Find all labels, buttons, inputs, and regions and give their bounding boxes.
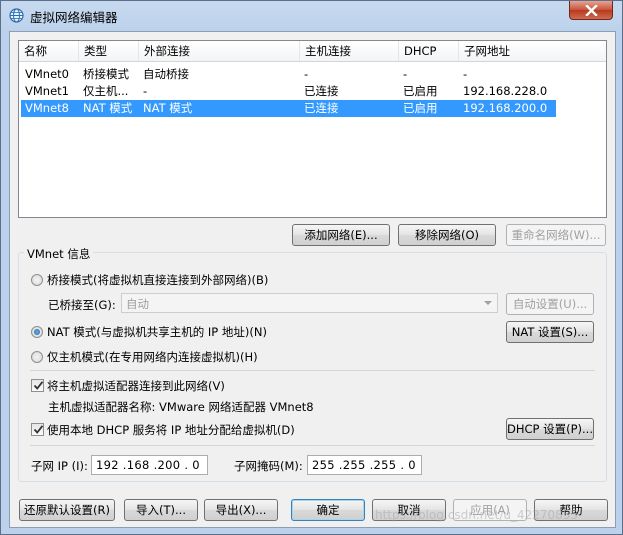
cell-dhcp: 已启用 [403,84,438,98]
bridged-to-value: 自动 [126,297,149,311]
cell-name: VMnet1 [25,84,69,98]
chevron-down-icon [484,301,492,305]
network-list[interactable]: 名称 类型 外部连接 主机连接 DHCP 子网地址 VMnet0 桥接模式 自动… [18,40,607,218]
watermark-text: https://blog.csdn.net/u_42270855 [375,508,579,522]
cell-type: 桥接模式 [83,67,129,81]
auto-settings-button[interactable]: 自动设置(U)... [506,293,594,315]
dhcp-checkbox[interactable] [31,423,44,436]
subnet-ip-label: 子网 IP (I): [31,459,88,473]
cell-subnet: 192.168.200.0 [463,101,548,115]
cell-host: - [304,67,309,81]
cell-external: NAT 模式 [143,101,193,115]
cell-name: VMnet8 [25,101,69,115]
divider [30,445,595,446]
restore-defaults-button[interactable]: 还原默认设置(R) [19,499,115,521]
window-title: 虚拟网络编辑器 [30,10,118,25]
subnet-ip-field[interactable]: 192 .168 .200 . 0 [91,455,208,475]
virtual-network-editor-window: 虚拟网络编辑器 名称 类型 外部连接 主机连接 DHCP 子网地址 VMnet0… [0,0,623,535]
cell-host: 已连接 [304,101,339,115]
cell-type: NAT 模式 [83,101,133,115]
connect-adapter-checkbox[interactable] [31,379,44,392]
subnet-mask-label: 子网掩码(M): [234,459,303,473]
remove-network-button[interactable]: 移除网络(O) [398,224,496,246]
network-row-vmnet1[interactable]: VMnet1 仅主机... - 已连接 已启用 192.168.228.0 [21,83,556,100]
cell-dhcp: 已启用 [403,101,438,115]
network-list-header: 名称 类型 外部连接 主机连接 DHCP 子网地址 [19,41,606,62]
checkmark-icon [33,381,44,390]
import-button[interactable]: 导入(T)... [124,499,198,521]
cell-external: - [143,84,148,98]
cell-type: 仅主机... [83,84,129,98]
network-globe-icon [9,8,24,23]
dhcp-label[interactable]: 使用本地 DHCP 服务将 IP 地址分配给虚拟机(D) [47,422,295,438]
nat-settings-button[interactable]: NAT 设置(S)... [506,321,594,343]
column-header-name[interactable]: 名称 [19,41,79,61]
export-button[interactable]: 导出(X)... [204,499,278,521]
divider [30,370,595,371]
column-header-host[interactable]: 主机连接 [300,41,399,61]
network-row-vmnet0[interactable]: VMnet0 桥接模式 自动桥接 - - - [21,66,556,83]
subnet-mask-field[interactable]: 255 .255 .255 . 0 [307,455,422,475]
cell-dhcp: - [403,67,408,81]
host-only-mode-radio[interactable] [31,351,43,363]
cell-host: 已连接 [304,84,339,98]
host-only-mode-label[interactable]: 仅主机模式(在专用网络内连接虚拟机)(H) [47,349,258,365]
bridged-mode-radio[interactable] [31,274,43,286]
column-header-subnet[interactable]: 子网地址 [459,41,606,61]
column-header-type[interactable]: 类型 [79,41,139,61]
nat-mode-label[interactable]: NAT 模式(与虚拟机共享主机的 IP 地址)(N) [47,324,267,340]
bridged-mode-label[interactable]: 桥接模式(将虚拟机直接连接到外部网络)(B) [47,272,268,288]
nat-mode-radio[interactable] [31,326,43,338]
cell-subnet: - [463,67,468,81]
close-icon [585,5,598,16]
dialog-client-area: 名称 类型 外部连接 主机连接 DHCP 子网地址 VMnet0 桥接模式 自动… [9,31,616,528]
cell-name: VMnet0 [25,67,69,81]
close-button[interactable] [569,1,613,20]
column-header-dhcp[interactable]: DHCP [399,41,459,61]
adapter-name-text: 主机虚拟适配器名称: VMware 网络适配器 VMnet8 [48,400,314,414]
network-row-vmnet8[interactable]: VMnet8 NAT 模式 NAT 模式 已连接 已启用 192.168.200… [21,100,556,117]
column-header-external[interactable]: 外部连接 [139,41,300,61]
cell-subnet: 192.168.228.0 [463,84,548,98]
checkmark-icon [33,425,44,434]
bridged-to-label: 已桥接至(G): [48,298,116,312]
dhcp-settings-button[interactable]: DHCP 设置(P)... [506,418,594,440]
add-network-button[interactable]: 添加网络(E)... [292,224,390,246]
title-bar[interactable]: 虚拟网络编辑器 [1,1,622,31]
bridged-to-select[interactable]: 自动 [121,293,498,313]
rename-network-button[interactable]: 重命名网络(W)... [506,224,606,246]
cell-external: 自动桥接 [143,67,189,81]
ok-button[interactable]: 确定 [291,499,365,521]
connect-adapter-label[interactable]: 将主机虚拟适配器连接到此网络(V) [47,378,225,394]
vmnet-info-label: VMnet 信息 [24,246,94,262]
